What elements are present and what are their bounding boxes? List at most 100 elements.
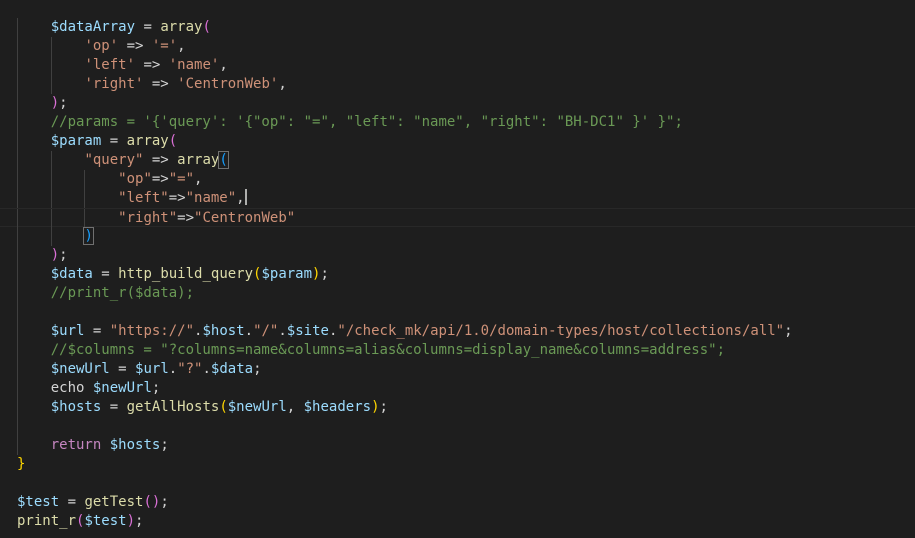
code-line[interactable]: //print_r($data); — [0, 284, 915, 303]
code-token: echo — [50, 380, 85, 396]
code-line[interactable] — [0, 303, 915, 322]
code-token: "https://" — [109, 323, 195, 339]
line-code: $data = http_build_query($param); — [17, 265, 329, 284]
code-token: getTest — [84, 494, 144, 510]
code-line[interactable]: 'right' => 'CentronWeb', — [0, 75, 915, 94]
line-code: ); — [17, 246, 68, 265]
code-token: "/check_mk/api/1.0/domain-types/host/col… — [337, 323, 785, 339]
code-line[interactable]: "query" => array( — [0, 151, 915, 170]
code-token: , — [278, 76, 287, 92]
code-token: ; — [253, 361, 262, 377]
code-line[interactable]: print_r($test); — [0, 512, 915, 531]
code-token: ( — [143, 494, 152, 510]
code-token: $url — [135, 361, 169, 377]
line-code: "op"=>"=", — [17, 170, 202, 189]
code-token: , — [219, 57, 228, 73]
code-line[interactable]: 'left' => 'name', — [0, 56, 915, 75]
code-token: , — [236, 190, 245, 206]
code-line[interactable]: $test = getTest(); — [0, 493, 915, 512]
line-code: $dataArray = array( — [17, 18, 211, 37]
code-token: return — [50, 437, 102, 453]
line-code: //print_r($data); — [17, 284, 194, 303]
code-token: } — [17, 456, 26, 472]
line-code: echo $newUrl; — [17, 379, 161, 398]
line-code: $url = "https://".$host."/".$site."/chec… — [17, 322, 793, 341]
code-line[interactable]: $data = http_build_query($param); — [0, 265, 915, 284]
line-code: ) — [17, 227, 94, 246]
code-token: "?" — [177, 361, 203, 377]
code-token: array — [177, 152, 220, 168]
code-line[interactable]: } — [0, 455, 915, 474]
code-token: 'op' — [84, 38, 119, 54]
code-line[interactable]: return $hosts; — [0, 436, 915, 455]
code-token: $newUrl — [92, 380, 152, 396]
code-line[interactable]: "op"=>"=", — [0, 170, 915, 189]
code-token: "=" — [168, 171, 195, 187]
code-token: ; — [160, 494, 169, 510]
line-code: } — [17, 455, 25, 474]
code-line[interactable]: "left"=>"name", — [0, 189, 915, 208]
code-token: ; — [784, 323, 793, 339]
code-token: $test — [84, 513, 127, 529]
line-code: 'right' => 'CentronWeb', — [17, 75, 287, 94]
code-token: print_r — [17, 513, 77, 529]
line-code: "query" => array( — [17, 151, 229, 170]
code-token: ) — [50, 95, 60, 111]
code-line[interactable]: echo $newUrl; — [0, 379, 915, 398]
code-line[interactable] — [0, 417, 915, 436]
code-line[interactable]: $url = "https://".$host."/".$site."/chec… — [0, 322, 915, 341]
code-token: => — [143, 76, 178, 92]
code-token: ) — [126, 513, 136, 529]
code-line[interactable]: $newUrl = $url."?".$data; — [0, 360, 915, 379]
code-line[interactable]: $hosts = getAllHosts($newUrl, $headers); — [0, 398, 915, 417]
code-token: $data — [210, 361, 254, 377]
code-line[interactable] — [0, 474, 915, 493]
code-token: . — [244, 323, 254, 339]
code-token: "CentronWeb" — [194, 210, 296, 226]
code-token: 'name' — [168, 57, 220, 73]
line-code: "right"=>"CentronWeb" — [17, 209, 295, 228]
text-cursor — [244, 189, 247, 205]
code-token: "right" — [118, 210, 178, 226]
code-token: , — [194, 171, 203, 187]
code-token: . — [202, 361, 211, 377]
code-token: => — [168, 190, 186, 206]
line-code: $hosts = getAllHosts($newUrl, $headers); — [17, 398, 388, 417]
line-code: //$columns = "?columns=name&columns=alia… — [17, 341, 725, 360]
code-token: "left" — [118, 190, 169, 206]
code-line[interactable]: 'op' => '=', — [0, 37, 915, 56]
line-code: 'left' => 'name', — [17, 56, 228, 75]
code-line[interactable]: ) — [0, 227, 915, 246]
code-token: => — [118, 38, 152, 54]
code-token: $data — [50, 266, 93, 282]
code-line[interactable]: $param = array( — [0, 132, 915, 151]
code-token: . — [168, 361, 178, 377]
code-token: "op" — [118, 171, 152, 187]
code-line[interactable]: $dataArray = array( — [0, 18, 915, 37]
code-line[interactable]: ); — [0, 94, 915, 113]
code-token: => — [151, 171, 169, 187]
code-token: ; — [59, 247, 68, 263]
code-editor[interactable]: $dataArray = array( 'op' => '=', 'left' … — [0, 0, 915, 538]
code-token: //params = '{'query': '{"op": "=", "left… — [50, 114, 683, 130]
indent-guide — [17, 417, 18, 436]
code-token: $param — [261, 266, 313, 282]
code-line[interactable]: //params = '{'query': '{"op": "=", "left… — [0, 113, 915, 132]
code-token: ) — [371, 399, 380, 415]
code-token: ( — [219, 399, 228, 415]
code-token: ( — [202, 19, 211, 35]
code-token: , — [177, 38, 186, 54]
code-token: ( — [218, 151, 229, 169]
code-token: ; — [160, 437, 169, 453]
code-token: ; — [379, 399, 388, 415]
code-token: $headers — [303, 399, 372, 415]
code-token: = — [135, 19, 161, 35]
code-token: => — [143, 152, 178, 168]
code-line[interactable]: "right"=>"CentronWeb" — [0, 208, 915, 228]
code-token: 'left' — [84, 57, 136, 73]
line-code: return $hosts; — [17, 436, 169, 455]
line-code: 'op' => '=', — [17, 37, 186, 56]
code-line[interactable]: ); — [0, 246, 915, 265]
code-line[interactable]: //$columns = "?columns=name&columns=alia… — [0, 341, 915, 360]
